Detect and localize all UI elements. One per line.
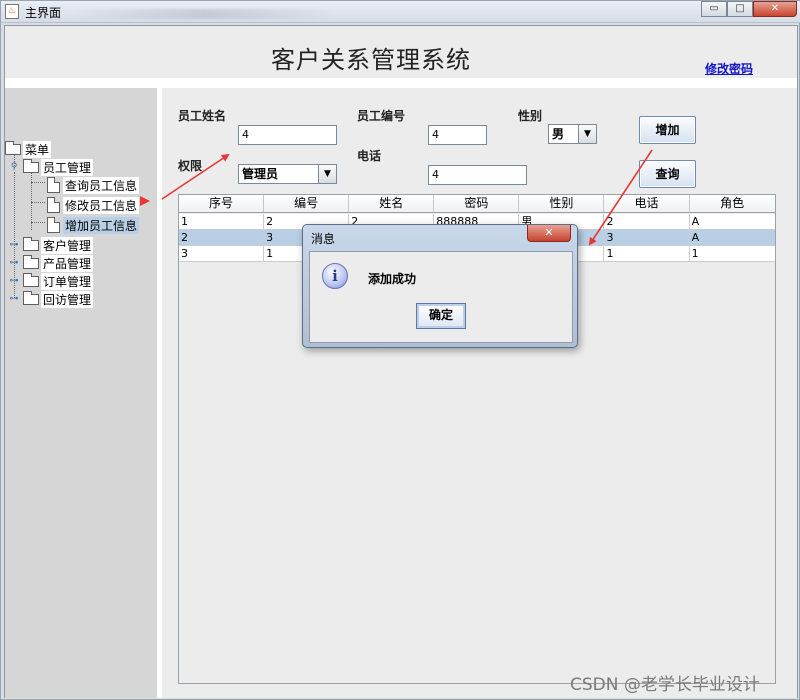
- role-select[interactable]: 管理员 ▼: [238, 164, 337, 184]
- document-icon: [47, 177, 60, 193]
- column-header[interactable]: 姓名: [349, 195, 435, 212]
- document-icon: [47, 217, 60, 233]
- collapsed-toggle-icon[interactable]: ⊶: [9, 294, 19, 304]
- query-button[interactable]: 查询: [639, 160, 696, 188]
- table-cell[interactable]: A: [690, 214, 775, 229]
- dialog-message: 添加成功: [368, 272, 417, 286]
- column-header[interactable]: 密码: [434, 195, 520, 212]
- gender-label: 性别: [518, 109, 543, 123]
- close-button[interactable]: ✕: [753, 1, 797, 17]
- tree-item-add-employee[interactable]: 增加员工信息: [47, 216, 140, 234]
- gender-select[interactable]: 男 ▼: [548, 124, 597, 144]
- dialog-body: i 添加成功 确定: [309, 251, 573, 343]
- dialog-close-button[interactable]: ✕: [527, 225, 571, 242]
- tree-item-label: 查询员工信息: [63, 176, 140, 194]
- employee-name-field[interactable]: 4: [238, 125, 337, 145]
- tree-item-query-employee[interactable]: 查询员工信息: [47, 176, 140, 194]
- tree-group-label: 回访管理: [41, 290, 94, 308]
- table-cell[interactable]: 1: [690, 246, 775, 261]
- window-controls: ▭ □ ✕: [701, 1, 797, 17]
- tree-group-label: 产品管理: [41, 254, 94, 272]
- tree-group-label: 订单管理: [41, 272, 94, 290]
- tree-group-product[interactable]: ⊶ 产品管理: [9, 254, 94, 272]
- tree-item-modify-employee[interactable]: 修改员工信息: [47, 196, 140, 214]
- column-header[interactable]: 序号: [179, 195, 265, 212]
- dialog-title: 消息: [311, 232, 336, 246]
- folder-icon: [23, 254, 39, 269]
- phone-field[interactable]: 4: [428, 165, 527, 185]
- message-dialog: 消息 ✕ i 添加成功 确定: [302, 224, 578, 348]
- maximize-button[interactable]: □: [727, 1, 753, 17]
- java-cup-icon: ♨: [5, 4, 19, 19]
- table-header: 序号 编号 姓名 密码 性别 电话 角色: [179, 195, 775, 213]
- minimize-button[interactable]: ▭: [701, 1, 727, 17]
- role-select-value: 管理员: [242, 167, 279, 181]
- phone-label: 电话: [357, 149, 382, 163]
- change-password-link[interactable]: 修改密码: [705, 60, 753, 77]
- table-cell[interactable]: 2: [604, 214, 690, 229]
- employee-name-label: 员工姓名: [178, 109, 227, 123]
- tree-item-label-selected: 增加员工信息: [63, 216, 140, 234]
- role-label: 权限: [178, 159, 203, 173]
- header-panel: 客户关系管理系统 修改密码: [5, 26, 797, 82]
- table-cell[interactable]: 1: [604, 246, 690, 261]
- column-header[interactable]: 电话: [604, 195, 690, 212]
- table-cell[interactable]: 2: [179, 230, 265, 245]
- table-cell[interactable]: A: [690, 230, 775, 245]
- tree-group-employee[interactable]: ⚲ 员工管理: [9, 158, 94, 176]
- collapsed-toggle-icon[interactable]: ⊶: [9, 240, 19, 250]
- menu-tree-panel: 菜单 ⚲ 员工管理 查询员工信息 修改员工信息 增加员工信息 ⊶ 客户管理 ⊶ …: [5, 88, 157, 698]
- table-cell[interactable]: 3: [604, 230, 690, 245]
- table-cell[interactable]: 1: [179, 214, 265, 229]
- tree-group-label: 员工管理: [41, 158, 94, 176]
- tree-root[interactable]: 菜单: [5, 140, 52, 158]
- tree-item-label: 修改员工信息: [63, 196, 140, 214]
- title-bar-ghost-text: [75, 9, 335, 19]
- ok-button[interactable]: 确定: [416, 303, 466, 329]
- tree-connector: [31, 182, 45, 183]
- watermark-text: CSDN @老学长毕业设计: [570, 675, 760, 695]
- collapsed-toggle-icon[interactable]: ⊶: [9, 258, 19, 268]
- tree-group-customer[interactable]: ⊶ 客户管理: [9, 236, 94, 254]
- tree-group-order[interactable]: ⊶ 订单管理: [9, 272, 94, 290]
- tree-group-label: 客户管理: [41, 236, 94, 254]
- chevron-down-icon[interactable]: ▼: [318, 165, 336, 183]
- chevron-down-icon[interactable]: ▼: [578, 125, 596, 143]
- page-title: 客户关系管理系统: [271, 46, 471, 74]
- folder-icon: [23, 290, 39, 305]
- gender-select-value: 男: [552, 127, 565, 141]
- title-bar[interactable]: ♨ 主界面 ▭ □ ✕: [1, 1, 800, 23]
- table-cell[interactable]: 3: [179, 246, 265, 261]
- document-icon: [47, 197, 60, 213]
- folder-icon: [23, 272, 39, 287]
- add-button[interactable]: 增加: [639, 116, 696, 144]
- folder-icon: [23, 236, 39, 251]
- column-header[interactable]: 编号: [264, 195, 350, 212]
- collapsed-toggle-icon[interactable]: ⊶: [9, 276, 19, 286]
- tree-connector: [31, 222, 45, 223]
- employee-id-label: 员工编号: [357, 109, 406, 123]
- folder-icon: [23, 158, 39, 173]
- column-header[interactable]: 性别: [519, 195, 605, 212]
- tree-root-label: 菜单: [23, 140, 52, 158]
- window-title: 主界面: [25, 6, 62, 20]
- info-icon: i: [322, 263, 348, 289]
- folder-icon: [5, 140, 21, 155]
- tree-connector: [31, 202, 45, 203]
- column-header[interactable]: 角色: [690, 195, 775, 212]
- tree-group-revisit[interactable]: ⊶ 回访管理: [9, 290, 94, 308]
- expanded-toggle-icon[interactable]: ⚲: [9, 162, 19, 172]
- employee-id-field[interactable]: 4: [428, 125, 487, 145]
